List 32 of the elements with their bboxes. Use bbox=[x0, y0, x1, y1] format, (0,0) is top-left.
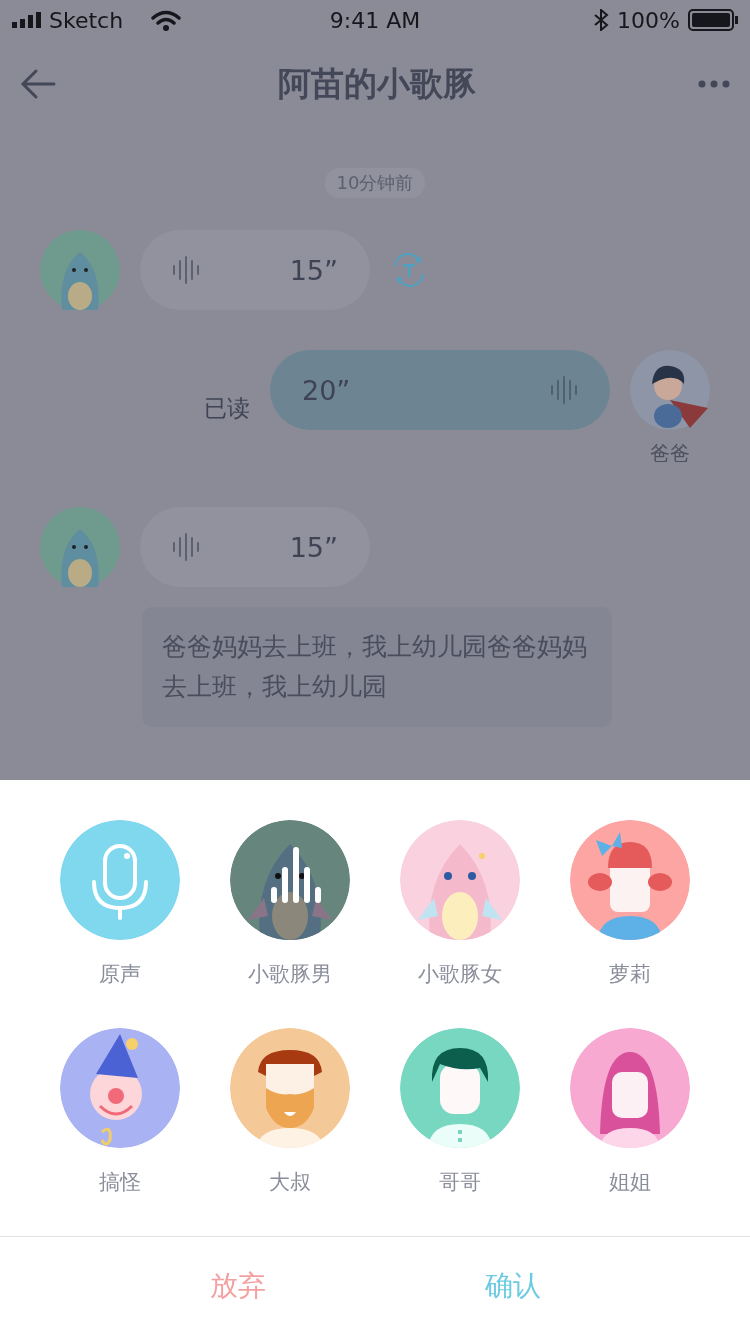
more-icon bbox=[698, 80, 730, 88]
status-time: 9:41 AM bbox=[329, 7, 421, 33]
voice-option[interactable]: 姐姐 bbox=[545, 1028, 715, 1196]
voice-option[interactable]: 原声 bbox=[35, 820, 205, 988]
voice-message-bubble[interactable]: 15” bbox=[140, 507, 370, 587]
signal-icon bbox=[12, 12, 41, 28]
transcribed-text: 爸爸妈妈去上班，我上幼儿园爸爸妈妈去上班，我上幼儿园 bbox=[142, 607, 612, 727]
voice-option[interactable]: 小歌豚男 bbox=[205, 820, 375, 988]
voice-option[interactable]: 小歌豚女 bbox=[375, 820, 545, 988]
chat-title: 阿苗的小歌豚 bbox=[278, 62, 476, 105]
voice-message-bubble[interactable]: 20” bbox=[270, 350, 610, 430]
voice-message-bubble[interactable]: 15” bbox=[140, 230, 370, 310]
sound-wave-icon bbox=[550, 376, 578, 404]
voice-option[interactable]: 搞怪 bbox=[35, 1028, 205, 1196]
sound-wave-icon bbox=[172, 533, 200, 561]
more-button[interactable] bbox=[698, 80, 730, 88]
bluetooth-icon bbox=[593, 9, 610, 31]
battery-percentage: 100% bbox=[617, 7, 680, 33]
selected-wave-icon bbox=[270, 846, 322, 904]
confirm-button[interactable]: 确认 bbox=[375, 1237, 650, 1334]
back-arrow-icon bbox=[20, 68, 56, 100]
voice-option[interactable]: 哥哥 bbox=[375, 1028, 545, 1196]
voice-option[interactable]: 萝莉 bbox=[545, 820, 715, 988]
sound-wave-icon bbox=[172, 256, 200, 284]
battery-icon bbox=[688, 9, 738, 31]
discard-button[interactable]: 放弃 bbox=[100, 1237, 375, 1334]
voice-option[interactable]: 大叔 bbox=[205, 1028, 375, 1196]
read-status: 已读 bbox=[204, 394, 250, 423]
wifi-icon bbox=[151, 9, 182, 31]
carrier-name: Sketch bbox=[49, 7, 124, 33]
back-button[interactable] bbox=[20, 68, 56, 100]
sender-name: 爸爸 bbox=[650, 440, 690, 467]
